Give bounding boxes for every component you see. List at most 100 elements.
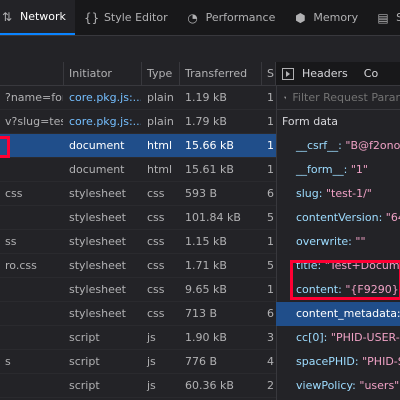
- highlight-box: [0, 136, 10, 158]
- request-name: ro.css: [5, 259, 37, 272]
- request-type: plain: [147, 91, 174, 104]
- table-row[interactable]: ss stylesheet css 1.15 kB 1: [0, 230, 276, 254]
- details-tabs: Headers Co: [276, 62, 400, 86]
- toggle-panel-icon[interactable]: [282, 67, 294, 80]
- tab-style-editor-label: Style Editor: [103, 11, 168, 24]
- form-field[interactable]: contentVersion: "64: [276, 206, 400, 230]
- table-row[interactable]: stylesheet css 713 B 6: [0, 302, 276, 326]
- request-initiator: stylesheet: [69, 283, 126, 296]
- field-value: "64: [385, 211, 400, 224]
- request-initiator: stylesheet: [69, 187, 126, 200]
- table-row[interactable]: stylesheet css 101.84 kB 5: [0, 206, 276, 230]
- request-name: [0, 302, 64, 325]
- request-transferred: 1.90 kB: [185, 331, 227, 344]
- tab-performance[interactable]: ◔ Performance: [177, 0, 285, 35]
- field-key: __form__:: [296, 163, 348, 176]
- request-size: 4: [267, 355, 274, 368]
- request-initiator: script: [69, 355, 100, 368]
- table-row[interactable]: script js 1.90 kB 3: [0, 326, 276, 350]
- style-editor-icon: {}: [83, 10, 100, 25]
- field-key: overwrite:: [296, 235, 352, 248]
- form-field[interactable]: slug: "test-1/": [276, 182, 400, 206]
- request-size: 5: [267, 259, 274, 272]
- request-transferred: 15.66 kB: [185, 139, 234, 152]
- filter-icon: [284, 96, 287, 99]
- request-size: 2: [267, 379, 274, 392]
- column-header-initiator[interactable]: Initiator: [64, 62, 142, 85]
- request-transferred: 1.79 kB: [185, 115, 227, 128]
- request-transferred: 1.15 kB: [185, 235, 227, 248]
- network-icon: ⇅: [1, 9, 13, 24]
- request-transferred: 60.36 kB: [185, 379, 234, 392]
- tab-cookies[interactable]: Co: [356, 62, 386, 86]
- form-field[interactable]: cc[0]: "PHID-USER-h: [276, 326, 400, 350]
- request-name: [0, 374, 64, 397]
- request-name: ss: [5, 235, 17, 248]
- table-row-selected[interactable]: document html 15.66 kB 1: [0, 134, 276, 158]
- filter-placeholder: Filter Request Parar: [292, 91, 400, 104]
- request-size: 1: [267, 283, 274, 296]
- tab-network[interactable]: ⇅ Network: [0, 0, 75, 35]
- tab-style-editor[interactable]: {} Style Editor: [75, 0, 177, 35]
- column-header-transferred[interactable]: Transferred: [180, 62, 262, 85]
- field-key: __csrf__:: [296, 139, 342, 152]
- table-row[interactable]: ro.css stylesheet css 1.71 kB 5: [0, 254, 276, 278]
- request-type: js: [147, 355, 156, 368]
- field-key: spacePHID:: [296, 355, 359, 368]
- table-row[interactable]: script js 60.36 kB 2: [0, 374, 276, 398]
- storage-icon: ▤: [377, 10, 389, 25]
- field-value: "": [355, 235, 366, 248]
- request-type: css: [147, 307, 165, 320]
- request-transferred: 9.65 kB: [185, 283, 227, 296]
- request-initiator: document: [69, 163, 125, 176]
- column-header-name[interactable]: [0, 62, 64, 85]
- column-header-size[interactable]: S: [262, 62, 276, 85]
- request-initiator: stylesheet: [69, 259, 126, 272]
- form-field[interactable]: __csrf__: "B@f2onob: [276, 134, 400, 158]
- request-name: [0, 278, 64, 301]
- request-name: v?slug=test-: [5, 115, 63, 128]
- request-type: html: [147, 163, 173, 176]
- request-name: [0, 158, 64, 181]
- request-initiator: stylesheet: [69, 211, 126, 224]
- performance-icon: ◔: [187, 10, 198, 25]
- request-transferred: 101.84 kB: [185, 211, 241, 224]
- table-row[interactable]: s script js 776 B 4: [0, 350, 276, 374]
- table-row[interactable]: document html 15.61 kB 1: [0, 158, 276, 182]
- tab-headers[interactable]: Headers: [294, 62, 356, 86]
- form-field[interactable]: __form__: "1": [276, 158, 400, 182]
- form-field-content-metadata[interactable]: content_metadata: "{: [276, 302, 400, 326]
- table-row[interactable]: stylesheet css 9.65 kB 1: [0, 278, 276, 302]
- filter-request-params[interactable]: Filter Request Parar: [276, 86, 400, 110]
- request-transferred: 776 B: [185, 355, 218, 368]
- field-value: "test-1/": [325, 187, 372, 200]
- request-type: css: [147, 283, 165, 296]
- request-name: s: [5, 355, 11, 368]
- tab-storage[interactable]: ▤ S: [367, 0, 400, 35]
- table-row[interactable]: v?slug=test- core.pkg.js:... plain 1.79 …: [0, 110, 276, 134]
- field-key: content_metadata:: [296, 307, 400, 320]
- request-transferred: 1.19 kB: [185, 91, 227, 104]
- table-row[interactable]: css stylesheet css 593 B 6: [0, 182, 276, 206]
- field-value: "B@f2onob: [345, 139, 400, 152]
- tab-memory[interactable]: ⬢ Memory: [284, 0, 367, 35]
- form-field[interactable]: spacePHID: "PHID-S: [276, 350, 400, 374]
- form-field[interactable]: viewPolicy: "users": [276, 374, 400, 398]
- request-size: 1: [267, 235, 274, 248]
- form-field[interactable]: overwrite: "": [276, 230, 400, 254]
- request-name: ?name=form: [5, 91, 63, 104]
- tab-storage-label: S: [396, 11, 400, 24]
- request-initiator: stylesheet: [69, 307, 126, 320]
- request-size: 1: [267, 91, 274, 104]
- request-name: [0, 326, 64, 349]
- field-value: "PHID-S: [362, 355, 400, 368]
- request-size: 3: [267, 331, 274, 344]
- request-type: html: [147, 139, 173, 152]
- column-header-type[interactable]: Type: [142, 62, 180, 85]
- request-initiator: script: [69, 379, 100, 392]
- request-transferred: 15.61 kB: [185, 163, 234, 176]
- request-table-header: Initiator Type Transferred S: [0, 62, 276, 86]
- table-row[interactable]: ?name=form core.pkg.js:... plain 1.19 kB…: [0, 86, 276, 110]
- request-initiator[interactable]: core.pkg.js:...: [64, 110, 142, 133]
- request-initiator[interactable]: core.pkg.js:...: [64, 86, 142, 109]
